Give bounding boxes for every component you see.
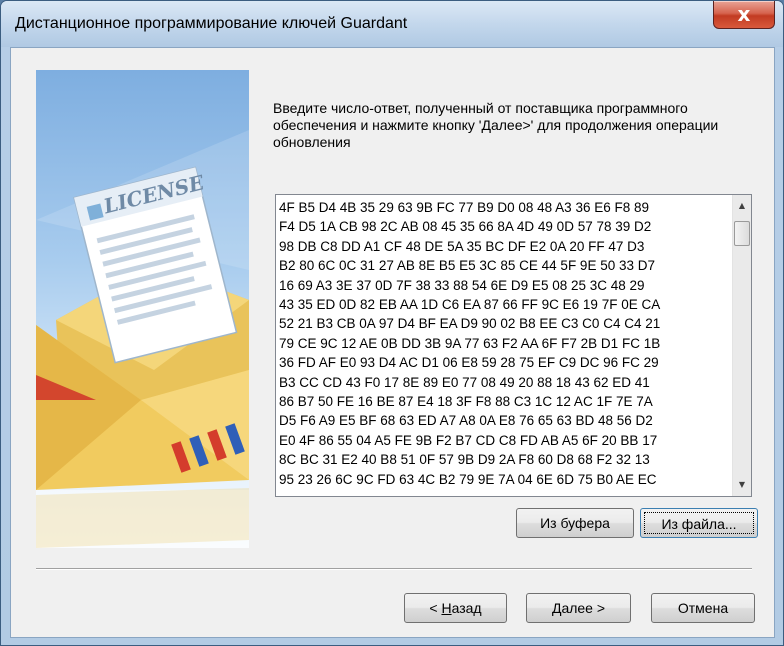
next-button[interactable]: Далее > — [526, 593, 631, 623]
from-clipboard-label: Из буфера — [540, 515, 610, 531]
response-line: 98 DB C8 DD A1 CF 48 DE 5A 35 BC DF E2 0… — [279, 238, 645, 254]
response-line: E0 4F 86 55 04 A5 FE 9B F2 B7 CD C8 FD A… — [279, 432, 658, 448]
from-clipboard-button[interactable]: Из буфера — [516, 508, 634, 538]
response-line: 52 21 B3 CB 0A 97 D4 BF EA D9 90 02 B8 E… — [279, 316, 661, 332]
response-line: B3 CC CD 43 F0 17 8E 89 E0 77 08 49 20 8… — [279, 374, 650, 390]
vertical-scrollbar[interactable]: ▲ ▼ — [732, 195, 751, 496]
scroll-thumb[interactable] — [734, 221, 750, 246]
envelope-license-illustration: LICENSE — [36, 130, 249, 548]
response-line: 36 FD AF E0 93 D4 AC D1 06 E8 59 28 75 E… — [279, 355, 659, 371]
footer-divider — [36, 568, 752, 570]
next-mnemonic: Д — [551, 600, 562, 616]
scroll-up-arrow-icon[interactable]: ▲ — [733, 197, 751, 215]
response-textarea[interactable]: 4F B5 D4 4B 35 29 63 9B FC 77 B9 D0 08 4… — [275, 194, 752, 497]
cancel-button[interactable]: Отмена — [651, 593, 755, 623]
close-button[interactable]: x — [713, 1, 775, 29]
cancel-label: Отмена — [677, 600, 729, 616]
from-file-label: Из файла... — [661, 516, 737, 532]
response-line: 79 CE 9C 12 AE 0B DD 3B 9A 77 63 F2 AA 6… — [279, 335, 661, 351]
back-label-rest: азад — [451, 600, 482, 616]
response-line: 43 35 ED 0D 82 EB AA 1D C6 EA 87 66 FF 9… — [279, 297, 661, 313]
response-line: D5 F6 A9 E5 BF 68 63 ED A7 A8 0A E8 76 6… — [279, 413, 653, 429]
window-title: Дистанционное программирование ключей Gu… — [15, 15, 408, 32]
response-line: B2 80 6C 0C 31 27 AB 8E B5 E5 3C 85 CE 4… — [279, 258, 655, 274]
next-label-rest: алее > — [561, 600, 606, 616]
response-line: 8C BC 31 E2 40 B8 51 0F 57 9B D9 2A F8 6… — [279, 452, 650, 468]
dialog-window: Дистанционное программирование ключей Gu… — [0, 0, 784, 646]
back-button[interactable]: < Назад — [404, 593, 507, 623]
instruction-text: Введите число-ответ, полученный от поста… — [273, 100, 719, 150]
response-line: 4F B5 D4 4B 35 29 63 9B FC 77 B9 D0 08 4… — [279, 200, 649, 215]
from-file-button[interactable]: Из файла... — [640, 508, 758, 538]
dialog-client-area: LICENSE Введите число-ответ, полученный … — [10, 47, 775, 638]
back-mnemonic: Н — [441, 600, 452, 616]
back-prefix: < — [429, 600, 442, 616]
close-icon: x — [737, 2, 751, 26]
response-line: 86 B7 50 FE 16 BE 87 E4 18 3F F8 88 C3 1… — [279, 394, 653, 410]
response-line: 95 23 26 6C 9C FD 63 4C B2 79 9E 7A 04 6… — [279, 471, 657, 487]
response-line: F4 D5 1A CB 98 2C AB 08 45 35 66 8A 4D 4… — [279, 219, 652, 235]
title-bar[interactable]: Дистанционное программирование ключей Gu… — [1, 1, 783, 47]
response-line: 16 69 A3 3E 37 0D 7F 38 33 88 54 6E D9 E… — [279, 277, 645, 293]
response-text-content[interactable]: 4F B5 D4 4B 35 29 63 9B FC 77 B9 D0 08 4… — [276, 195, 732, 496]
scroll-down-arrow-icon[interactable]: ▼ — [733, 476, 751, 494]
wizard-banner-image: LICENSE — [36, 70, 249, 548]
